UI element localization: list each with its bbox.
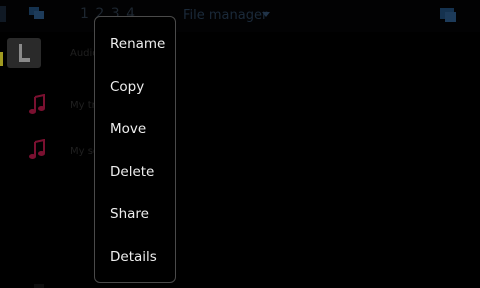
bottom-edge-indicator xyxy=(34,284,44,288)
list-item[interactable]: Audio xyxy=(0,36,480,80)
menu-item-label: Delete xyxy=(110,164,155,180)
menu-item-label: Details xyxy=(110,249,157,265)
menu-item-label: Share xyxy=(110,206,149,222)
menu-item-label: Rename xyxy=(110,36,166,52)
chevron-down-icon[interactable] xyxy=(262,12,270,17)
app-grid-icon[interactable] xyxy=(28,5,46,23)
header-edge-indicator xyxy=(0,6,6,22)
menu-item-move[interactable]: Move xyxy=(95,109,175,149)
menu-item-copy[interactable]: Copy xyxy=(95,67,175,107)
page-title[interactable]: File manager xyxy=(183,8,267,23)
folder-options-icon[interactable] xyxy=(438,5,458,25)
menu-item-share[interactable]: Share xyxy=(95,194,175,234)
music-note-icon xyxy=(27,138,47,161)
menu-item-rename[interactable]: Rename xyxy=(95,24,175,64)
menu-item-label: Move xyxy=(110,121,147,137)
menu-item-label: Copy xyxy=(110,79,145,95)
list-item[interactable]: My track xyxy=(0,84,480,128)
context-menu: Rename Copy Move Delete Share Details xyxy=(94,16,176,283)
file-manager-app: 1 2 3 4 File manager Audio My track My s… xyxy=(0,0,480,288)
list-item[interactable]: My song xyxy=(0,130,480,174)
music-note-icon xyxy=(27,93,47,116)
folder-icon xyxy=(7,38,41,68)
menu-item-delete[interactable]: Delete xyxy=(95,152,175,192)
header-bar: 1 2 3 4 File manager xyxy=(0,0,480,32)
menu-item-details[interactable]: Details xyxy=(95,237,175,277)
